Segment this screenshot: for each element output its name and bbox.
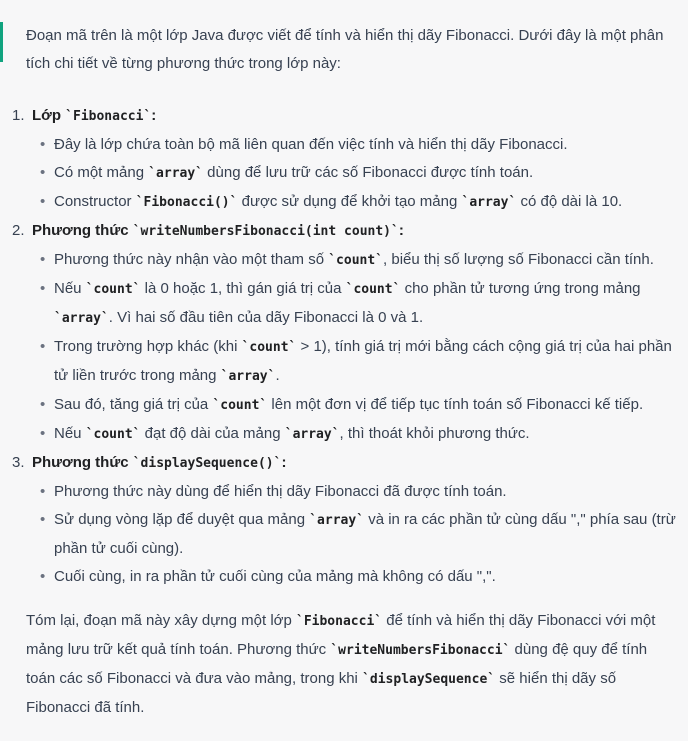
text-run: Nếu: [54, 425, 86, 442]
inline-code: `count`: [85, 282, 141, 297]
bullet-item: Sau đó, tăng giá trị của `count` lên một…: [40, 391, 676, 420]
text-run: dùng để lưu trữ các số Fibonacci được tí…: [203, 164, 534, 181]
section-list: 1. Lớp `Fibonacci`: Đây là lớp chứa toàn b…: [12, 102, 676, 591]
section-label: Lớp: [32, 107, 66, 124]
intro-paragraph: Đoạn mã trên là một lớp Java được viết đ…: [26, 27, 664, 72]
inline-code: `count`: [85, 427, 141, 442]
inline-code: `array`: [461, 195, 517, 210]
section-label: Phương thức: [32, 222, 133, 239]
inline-code: `Fibonacci()`: [135, 195, 238, 210]
inline-code: `count`: [328, 253, 384, 268]
inline-code: `count`: [345, 282, 401, 297]
bullet-list: Đây là lớp chứa toàn bộ mã liên quan đến…: [32, 131, 676, 217]
inline-code: `Fibonacci`: [65, 109, 152, 124]
bullet-item: Nếu `count` là 0 hoặc 1, thì gán giá trị…: [40, 275, 676, 333]
text-run: Phương thức này dùng để hiển thị dãy Fib…: [54, 483, 507, 500]
message-content: Đoạn mã trên là một lớp Java được viết đ…: [12, 22, 676, 722]
message-accent-bar: [0, 22, 3, 62]
inline-code: `array`: [54, 311, 109, 326]
text-run: Có một mảng: [54, 164, 149, 181]
bullet-list: Phương thức này dùng để hiển thị dãy Fib…: [32, 478, 676, 591]
text-run: Đây là lớp chứa toàn bộ mã liên quan đến…: [54, 136, 568, 153]
text-run: Nếu: [54, 280, 86, 297]
bullet-list: Phương thức này nhận vào một tham số `co…: [32, 246, 676, 449]
bullet-item: Constructor `Fibonacci()` được sử dụng đ…: [40, 188, 676, 217]
bullet-item: Đây là lớp chứa toàn bộ mã liên quan đến…: [40, 131, 676, 159]
section-colon: :: [281, 454, 287, 471]
inline-code: `count`: [241, 340, 297, 355]
text-run: Phương thức này nhận vào một tham số: [54, 251, 329, 268]
inline-code: `displaySequence()`: [132, 456, 282, 471]
inline-code: `writeNumbersFibonacci(int count)`: [132, 224, 399, 239]
summary-paragraph: Tóm lại, đoạn mã này xây dựng một lớp `F…: [26, 607, 676, 722]
text-run: Sau đó, tăng giá trị của: [54, 396, 213, 413]
bullet-item: Có một mảng `array` dùng để lưu trữ các …: [40, 159, 676, 188]
section-number: 1.: [12, 107, 25, 124]
text-run: cho phần tử tương ứng trong mảng: [400, 280, 641, 297]
text-run: , biểu thị số lượng số Fibonacci cần tín…: [383, 251, 654, 268]
section-item: 1. Lớp `Fibonacci`: Đây là lớp chứa toàn b…: [12, 102, 676, 217]
inline-code: `displaySequence`: [362, 672, 496, 687]
chat-message: Đoạn mã trên là một lớp Java được viết đ…: [0, 0, 688, 741]
bullet-item: Phương thức này nhận vào một tham số `co…: [40, 246, 676, 275]
text-run: Cuối cùng, in ra phần tử cuối cùng của m…: [54, 568, 496, 585]
text-run: Trong trường hợp khác (khi: [54, 338, 242, 355]
text-run: lên một đơn vị để tiếp tục tính toán số …: [267, 396, 644, 413]
bullet-item: Nếu `count` đạt độ dài của mảng `array`,…: [40, 420, 676, 449]
inline-code: `writeNumbersFibonacci`: [330, 643, 511, 658]
text-run: Constructor: [54, 193, 136, 210]
text-run: có độ dài là 10.: [516, 193, 623, 210]
section-item: 2. Phương thức `writeNumbersFibonacci(int…: [12, 217, 676, 449]
text-run: đạt độ dài của mảng: [140, 425, 285, 442]
section-colon: :: [398, 222, 404, 239]
section-number: 2.: [12, 222, 25, 239]
inline-code: `count`: [212, 398, 268, 413]
inline-code: `array`: [284, 427, 340, 442]
inline-code: `array`: [148, 166, 204, 181]
bullet-item: Phương thức này dùng để hiển thị dãy Fib…: [40, 478, 676, 506]
inline-code: `array`: [220, 369, 276, 384]
bullet-item: Trong trường hợp khác (khi `count` > 1),…: [40, 333, 676, 391]
section-heading: Lớp `Fibonacci`:: [32, 102, 676, 131]
bullet-item: Sử dụng vòng lặp để duyệt qua mảng `arra…: [40, 506, 676, 563]
text-run: được sử dụng để khởi tạo mảng: [237, 193, 462, 210]
section-colon: :: [151, 107, 157, 124]
inline-code: `Fibonacci`: [296, 614, 383, 629]
section-heading: Phương thức `writeNumbersFibonacci(int c…: [32, 217, 676, 246]
section-heading: Phương thức `displaySequence()`:: [32, 449, 676, 478]
text-run: Tóm lại, đoạn mã này xây dựng một lớp: [26, 612, 296, 629]
section-item: 3.Phương thức `displaySequence()`:Phương…: [12, 449, 676, 591]
section-label: Phương thức: [32, 454, 133, 471]
bullet-item: Cuối cùng, in ra phần tử cuối cùng của m…: [40, 563, 676, 591]
text-run: là 0 hoặc 1, thì gán giá trị của: [140, 280, 346, 297]
text-run: . Vì hai số đầu tiên của dãy Fibonacci l…: [108, 309, 424, 326]
text-run: Sử dụng vòng lặp để duyệt qua mảng: [54, 511, 310, 528]
text-run: , thì thoát khỏi phương thức.: [339, 425, 530, 442]
section-number: 3.: [12, 454, 25, 471]
text-run: .: [275, 367, 280, 384]
inline-code: `array`: [309, 513, 365, 528]
